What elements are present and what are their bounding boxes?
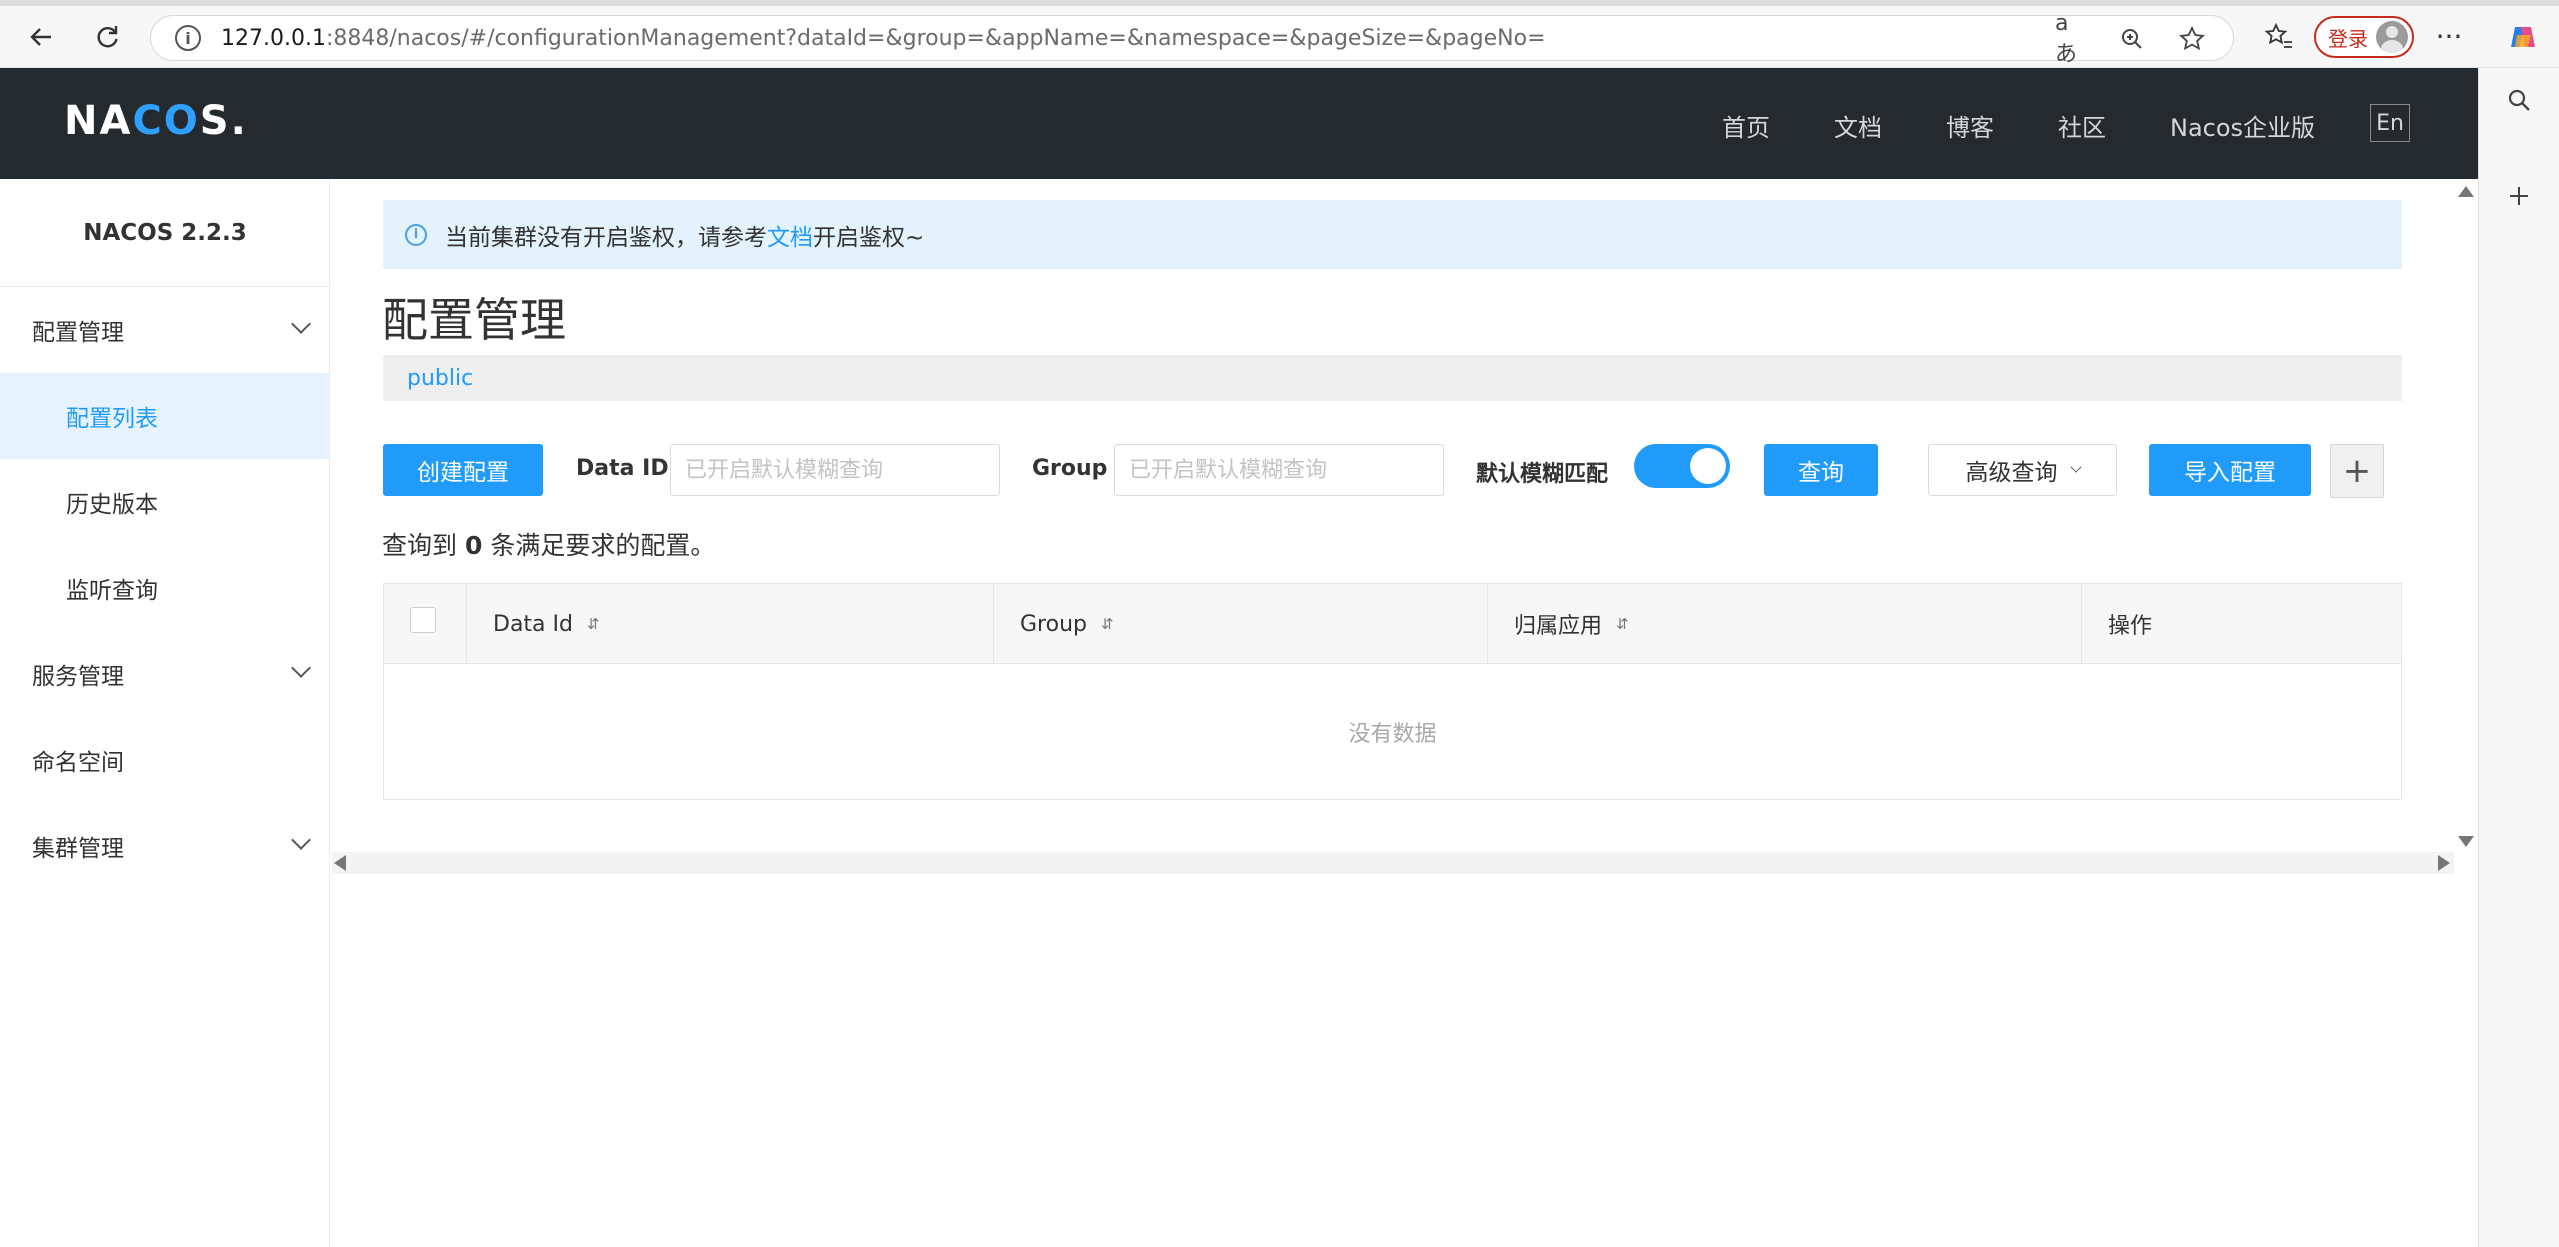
chevron-down-icon	[291, 658, 311, 678]
info-icon: i	[405, 223, 427, 246]
page-title: 配置管理	[382, 293, 566, 347]
nav-community[interactable]: 社区	[2058, 108, 2106, 143]
select-all-cell	[384, 584, 467, 664]
nav-home[interactable]: 首页	[1722, 108, 1770, 143]
group-label: Group	[1032, 456, 1108, 481]
menu-cluster-management[interactable]: 集群管理	[0, 803, 330, 889]
menu-label: 配置列表	[66, 406, 158, 432]
sort-icon[interactable]: ⇵	[1616, 615, 1629, 633]
favorite-star-icon[interactable]	[2175, 22, 2209, 56]
menu-config-list[interactable]: 配置列表	[0, 373, 330, 459]
nacos-logo[interactable]: NACOS.	[64, 98, 248, 144]
menu-label: 监听查询	[66, 578, 158, 604]
menu-label: 配置管理	[32, 320, 124, 346]
auth-alert: i 当前集群没有开启鉴权，请参考 文档 开启鉴权~	[383, 200, 2402, 269]
address-bar[interactable]: i 127.0.0.1:8848/nacos/#/configurationMa…	[150, 11, 2234, 67]
favorites-icon[interactable]	[2258, 16, 2300, 58]
scroll-left-arrow[interactable]	[334, 855, 346, 871]
menu-label: 命名空间	[32, 750, 124, 776]
create-config-button[interactable]: 创建配置	[383, 444, 543, 496]
more-icon[interactable]: ···	[2428, 16, 2470, 58]
dataid-input[interactable]	[670, 444, 1000, 496]
browser-toolbar: i 127.0.0.1:8848/nacos/#/configurationMa…	[0, 6, 2559, 68]
group-input[interactable]	[1114, 444, 1444, 496]
alert-text: 当前集群没有开启鉴权，请参考	[445, 224, 767, 251]
url-text: 127.0.0.1:8848/nacos/#/configurationMana…	[221, 25, 1546, 51]
menu-label: 服务管理	[32, 664, 124, 690]
login-button[interactable]: 登录	[2314, 16, 2414, 58]
config-table: Data Id ⇵ Group ⇵ 归属应用 ⇵ 操作 没有数据	[383, 583, 2402, 800]
browser-side-rail	[2478, 68, 2559, 1247]
alert-text: 开启鉴权~	[813, 224, 925, 251]
chevron-down-icon	[291, 314, 311, 334]
app-header: NACOS. 首页 文档 博客 社区 Nacos企业版 En	[0, 68, 2478, 179]
info-icon[interactable]: i	[175, 25, 201, 51]
menu-namespace[interactable]: 命名空间	[0, 717, 330, 803]
copilot-icon[interactable]	[2502, 16, 2544, 58]
result-summary: 查询到 0 条满足要求的配置。	[382, 531, 716, 560]
nav-enterprise[interactable]: Nacos企业版	[2170, 108, 2315, 143]
table-header: Data Id ⇵ Group ⇵ 归属应用 ⇵ 操作	[384, 584, 2401, 664]
toggle-knob	[1690, 448, 1726, 484]
query-button[interactable]: 查询	[1764, 444, 1878, 496]
read-aloud-icon[interactable]: aあ	[2055, 11, 2089, 67]
search-icon[interactable]	[2501, 82, 2537, 118]
nav-docs[interactable]: 文档	[1834, 108, 1882, 143]
column-app[interactable]: 归属应用 ⇵	[1488, 584, 2082, 664]
advanced-query-button[interactable]: 高级查询	[1928, 444, 2117, 496]
menu-history[interactable]: 历史版本	[0, 459, 330, 545]
fuzzy-match-toggle[interactable]	[1634, 444, 1730, 488]
zoom-icon[interactable]	[2115, 22, 2149, 56]
import-config-button[interactable]: 导入配置	[2149, 444, 2311, 496]
docs-link[interactable]: 文档	[767, 218, 813, 252]
nav-blog[interactable]: 博客	[1946, 108, 1994, 143]
plus-icon[interactable]: +	[2330, 444, 2384, 498]
avatar	[2376, 21, 2408, 53]
dataid-label: Data ID	[576, 456, 669, 481]
chevron-down-icon	[2069, 461, 2082, 473]
namespace-bar: public	[383, 355, 2402, 401]
fuzzy-match-label: 默认模糊匹配	[1476, 462, 1609, 487]
select-all-checkbox[interactable]	[410, 607, 436, 633]
sort-icon[interactable]: ⇵	[587, 615, 600, 633]
column-group[interactable]: Group ⇵	[994, 584, 1488, 664]
empty-state: 没有数据	[1348, 721, 1437, 747]
version-label: NACOS 2.2.3	[0, 179, 330, 287]
menu-service-management[interactable]: 服务管理	[0, 631, 330, 717]
namespace-public[interactable]: public	[407, 366, 473, 391]
menu-listener-query[interactable]: 监听查询	[0, 545, 330, 631]
scroll-down-arrow[interactable]	[2458, 836, 2474, 847]
scroll-up-arrow[interactable]	[2458, 186, 2474, 197]
chevron-down-icon	[291, 830, 311, 850]
sort-icon[interactable]: ⇵	[1101, 615, 1114, 633]
menu-config-management[interactable]: 配置管理	[0, 287, 330, 373]
side-menu: NACOS 2.2.3 配置管理 配置列表 历史版本 监听查询 服务管理 命名空…	[0, 179, 330, 1247]
menu-label: 集群管理	[32, 836, 124, 862]
language-toggle[interactable]: En	[2370, 104, 2410, 142]
scroll-right-arrow[interactable]	[2438, 855, 2450, 871]
refresh-icon[interactable]	[86, 16, 128, 58]
advanced-query-label: 高级查询	[1965, 460, 2058, 486]
column-actions: 操作	[2108, 614, 2153, 639]
menu-label: 历史版本	[66, 492, 158, 518]
back-arrow-icon[interactable]	[20, 16, 62, 58]
column-data-id[interactable]: Data Id ⇵	[467, 584, 994, 664]
add-icon[interactable]	[2501, 178, 2537, 214]
horizontal-scrollbar[interactable]	[332, 852, 2454, 874]
